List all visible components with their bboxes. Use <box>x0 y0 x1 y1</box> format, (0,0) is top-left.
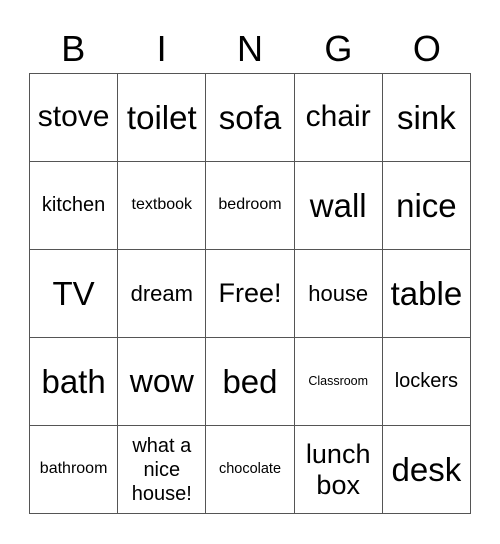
bingo-cell[interactable]: kitchen <box>30 162 119 250</box>
bingo-cell[interactable]: nice <box>382 162 471 250</box>
bingo-cell[interactable]: bath <box>30 338 119 426</box>
header-letter-n: N <box>237 28 264 69</box>
bingo-cell[interactable]: bedroom <box>206 162 295 250</box>
header-letter-i: I <box>156 28 167 69</box>
bingo-cell[interactable]: lunch box <box>294 426 383 514</box>
bingo-cell[interactable]: table <box>382 250 471 338</box>
bingo-cell[interactable]: stove <box>30 74 119 162</box>
bingo-cell[interactable]: wall <box>294 162 383 250</box>
bingo-cell[interactable]: desk <box>382 426 471 514</box>
header-letter-b: B <box>61 28 86 69</box>
bingo-cell[interactable]: toilet <box>118 74 207 162</box>
bingo-cell[interactable]: bed <box>206 338 295 426</box>
bingo-cell[interactable]: textbook <box>118 162 207 250</box>
bingo-cell[interactable]: chair <box>294 74 383 162</box>
bingo-cell[interactable]: bathroom <box>30 426 119 514</box>
bingo-grid: stove toilet sofa chair sink kitchen tex… <box>29 73 471 514</box>
bingo-cell[interactable]: sink <box>382 74 471 162</box>
bingo-header: B I N G O <box>29 27 471 71</box>
bingo-cell[interactable]: Classroom <box>294 338 383 426</box>
header-letter-o: O <box>412 28 441 69</box>
bingo-cell[interactable]: house <box>294 250 383 338</box>
bingo-cell[interactable]: TV <box>30 250 119 338</box>
bingo-cell[interactable]: chocolate <box>206 426 295 514</box>
bingo-cell[interactable]: lockers <box>382 338 471 426</box>
bingo-cell[interactable]: dream <box>118 250 207 338</box>
bingo-cell[interactable]: wow <box>118 338 207 426</box>
bingo-cell[interactable]: what a nice house! <box>118 426 207 514</box>
header-letter-g: G <box>324 28 353 69</box>
bingo-cell[interactable]: sofa <box>206 74 295 162</box>
free-space-cell[interactable]: Free! <box>206 250 295 338</box>
